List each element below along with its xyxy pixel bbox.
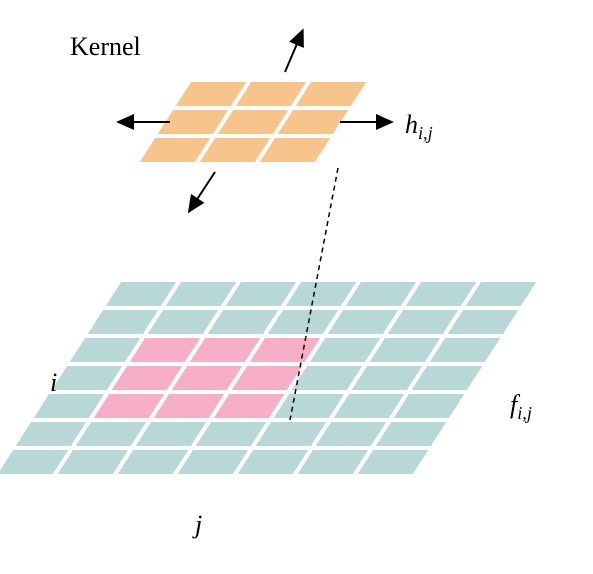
arrow-up-icon <box>285 32 302 72</box>
kernel-title: Kernel <box>70 32 141 62</box>
diagram-canvas <box>0 0 593 574</box>
axis-j-label: j <box>195 510 202 540</box>
arrow-down-icon <box>190 172 215 210</box>
image-symbol-label: fi,j <box>510 390 532 424</box>
kernel-grid <box>136 80 370 164</box>
kernel-symbol-label: hi,j <box>405 110 433 144</box>
image-grid <box>0 280 540 476</box>
axis-i-label: i <box>50 368 57 398</box>
